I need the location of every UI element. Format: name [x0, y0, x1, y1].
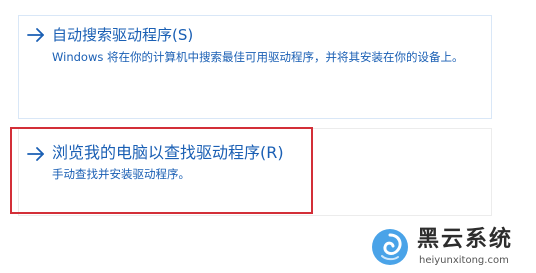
browse-description: 手动查找并安装驱动程序。	[52, 167, 190, 181]
auto-search-driver-option[interactable]: 自动搜索驱动程序(S) Windows 将在你的计算机中搜索最佳可用驱动程序，并…	[18, 15, 492, 119]
auto-search-title: 自动搜索驱动程序(S)	[52, 26, 194, 44]
browse-title: 浏览我的电脑以查找驱动程序(R)	[52, 143, 284, 162]
watermark-url: heiyunxitong.com	[419, 255, 509, 266]
browse-computer-driver-option[interactable]: 浏览我的电脑以查找驱动程序(R) 手动查找并安装驱动程序。	[18, 128, 492, 216]
arrow-right-icon	[26, 144, 46, 164]
watermark-name: 黑云系统	[417, 227, 514, 252]
auto-search-description: Windows 将在你的计算机中搜索最佳可用驱动程序，并将其安装在你的设备上。	[52, 50, 464, 64]
swirl-logo-icon	[370, 227, 410, 267]
watermark: 黑云系统 heiyunxitong.com	[370, 226, 530, 270]
arrow-right-icon	[26, 25, 46, 45]
